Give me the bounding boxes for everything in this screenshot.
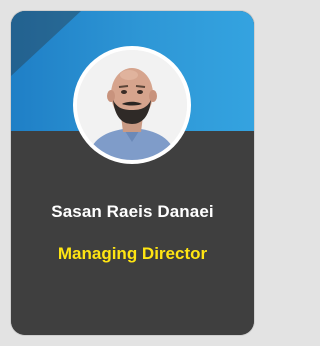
avatar-ring <box>73 46 191 164</box>
profile-card: Sasan Raeis Danaei Managing Director <box>11 11 254 335</box>
person-role: Managing Director <box>57 244 208 263</box>
person-name: Sasan Raeis Danaei <box>51 202 214 221</box>
profile-photo-icon <box>77 50 187 160</box>
avatar <box>77 50 187 160</box>
